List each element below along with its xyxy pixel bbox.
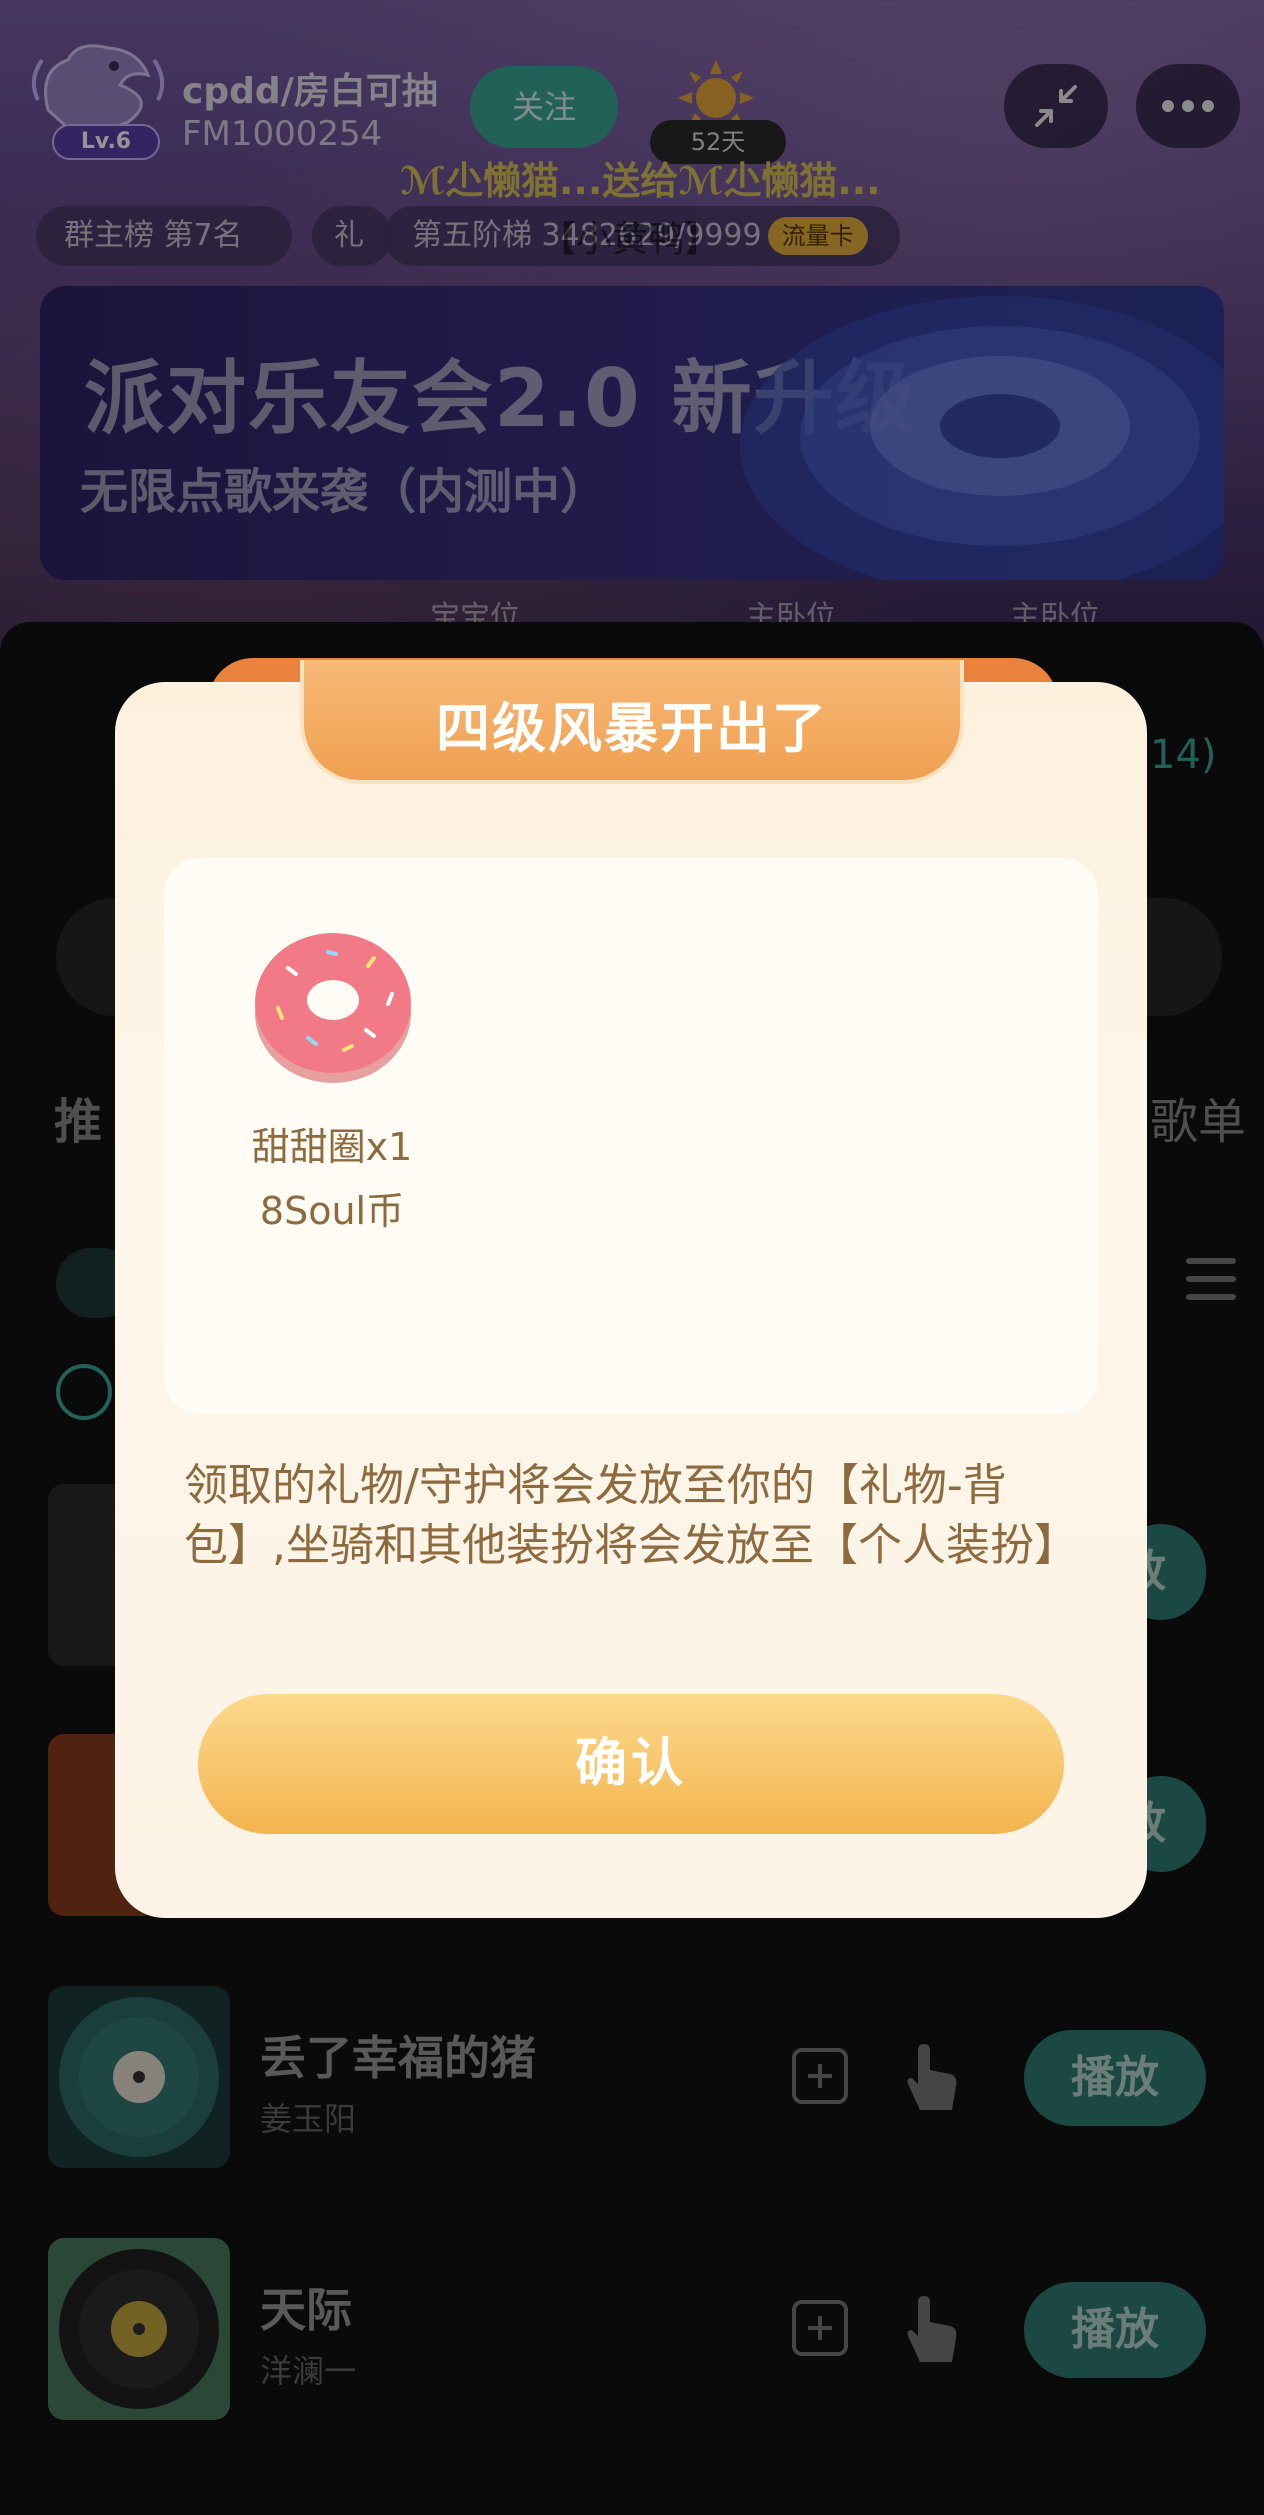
- modal-title: 四级风暴开出了: [436, 697, 828, 760]
- confirm-button[interactable]: 确认: [198, 1694, 1064, 1834]
- reward-notice: 领取的礼物/守护将会发放至你的【礼物-背包】,坐骑和其他装扮将会发放至【个人装扮…: [184, 1460, 1078, 1571]
- donut-gift-icon: [255, 933, 411, 1083]
- reward-price: 8Soul币: [259, 1189, 405, 1233]
- reward-name: 甜甜圈x1: [251, 1125, 413, 1169]
